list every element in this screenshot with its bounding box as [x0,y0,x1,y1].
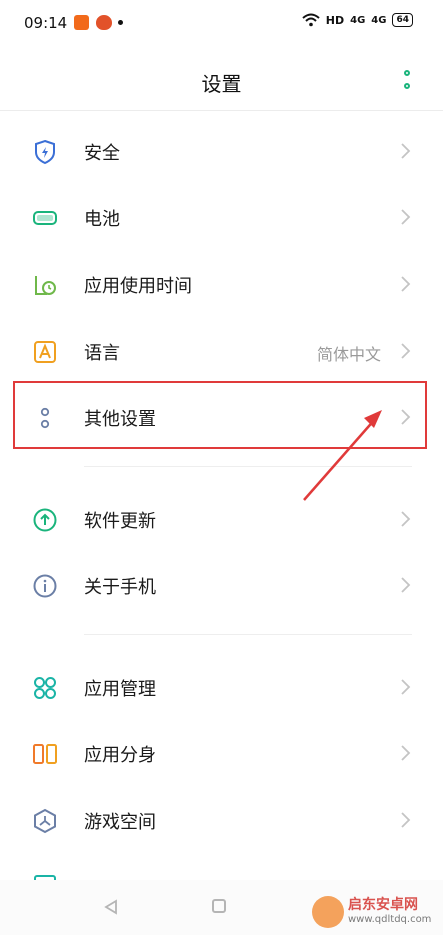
settings-row-battery[interactable]: 电池 [0,184,443,250]
battery-icon [33,211,57,225]
settings-row-app-management[interactable]: 应用管理 [0,654,443,720]
row-label: 应用使用时间 [84,276,192,297]
row-label: 语言 [84,343,120,364]
signal-2-icon: 4G [371,14,387,26]
app-notification-icon [74,15,89,30]
settings-row-about-phone[interactable]: 关于手机 [0,552,443,618]
chevron-right-icon [401,679,411,695]
game-icon [34,808,56,834]
chevron-right-icon [401,812,411,828]
row-label: 游戏空间 [84,812,156,833]
pumpkin-notification-icon [96,15,112,30]
section-divider [84,634,412,635]
header: 设置 [0,48,443,110]
more-options-icon[interactable] [400,70,414,92]
status-bar: 09:14 HD 4G 4G 64 [0,0,443,48]
row-label: 软件更新 [84,511,156,532]
signal-1-icon: 4G [350,14,366,26]
language-icon [34,341,56,363]
hd-indicator: HD [325,13,345,27]
watermark-logo-icon [312,896,344,928]
chevron-right-icon [401,511,411,527]
settings-row-language[interactable]: 语言 简体中文 [0,318,443,384]
settings-row-game-space[interactable]: 游戏空间 [0,787,443,853]
chevron-right-icon [401,276,411,292]
more-notifications-icon [118,20,123,25]
apps-icon [34,677,56,699]
row-label: 电池 [84,209,120,230]
info-icon [33,574,57,598]
row-label: 应用管理 [84,679,156,700]
chevron-right-icon [401,745,411,761]
status-time: 09:14 [24,14,68,32]
home-icon[interactable] [212,899,226,913]
back-icon[interactable] [104,899,118,915]
section-divider [84,466,412,467]
watermark-name: 启东安卓网 [348,897,418,913]
language-value: 简体中文 [316,345,381,364]
chevron-right-icon [401,143,411,159]
highlight-box [13,381,427,449]
settings-row-app-clone[interactable]: 应用分身 [0,720,443,786]
settings-row-security[interactable]: 安全 [0,118,443,184]
row-label: 安全 [84,143,120,164]
shield-icon [35,139,55,165]
row-label: 关于手机 [84,577,156,598]
timer-icon [35,276,56,295]
battery-indicator: 64 [392,13,413,27]
status-indicators: HD 4G 4G 64 [302,13,413,27]
header-divider [0,110,443,111]
watermark-url: www.qdltdq.com [348,914,432,925]
settings-row-software-update[interactable]: 软件更新 [0,486,443,552]
clone-icon [33,744,57,764]
chevron-right-icon [401,209,411,225]
page-title: 设置 [201,72,242,96]
row-label: 应用分身 [84,745,156,766]
chevron-right-icon [401,577,411,593]
watermark: 启东安卓网 www.qdltdq.com [312,892,442,932]
settings-row-partial[interactable] [0,860,443,880]
update-icon [33,508,57,532]
wifi-icon [302,13,320,27]
chevron-right-icon [401,343,411,359]
settings-row-app-usage-time[interactable]: 应用使用时间 [0,251,443,317]
